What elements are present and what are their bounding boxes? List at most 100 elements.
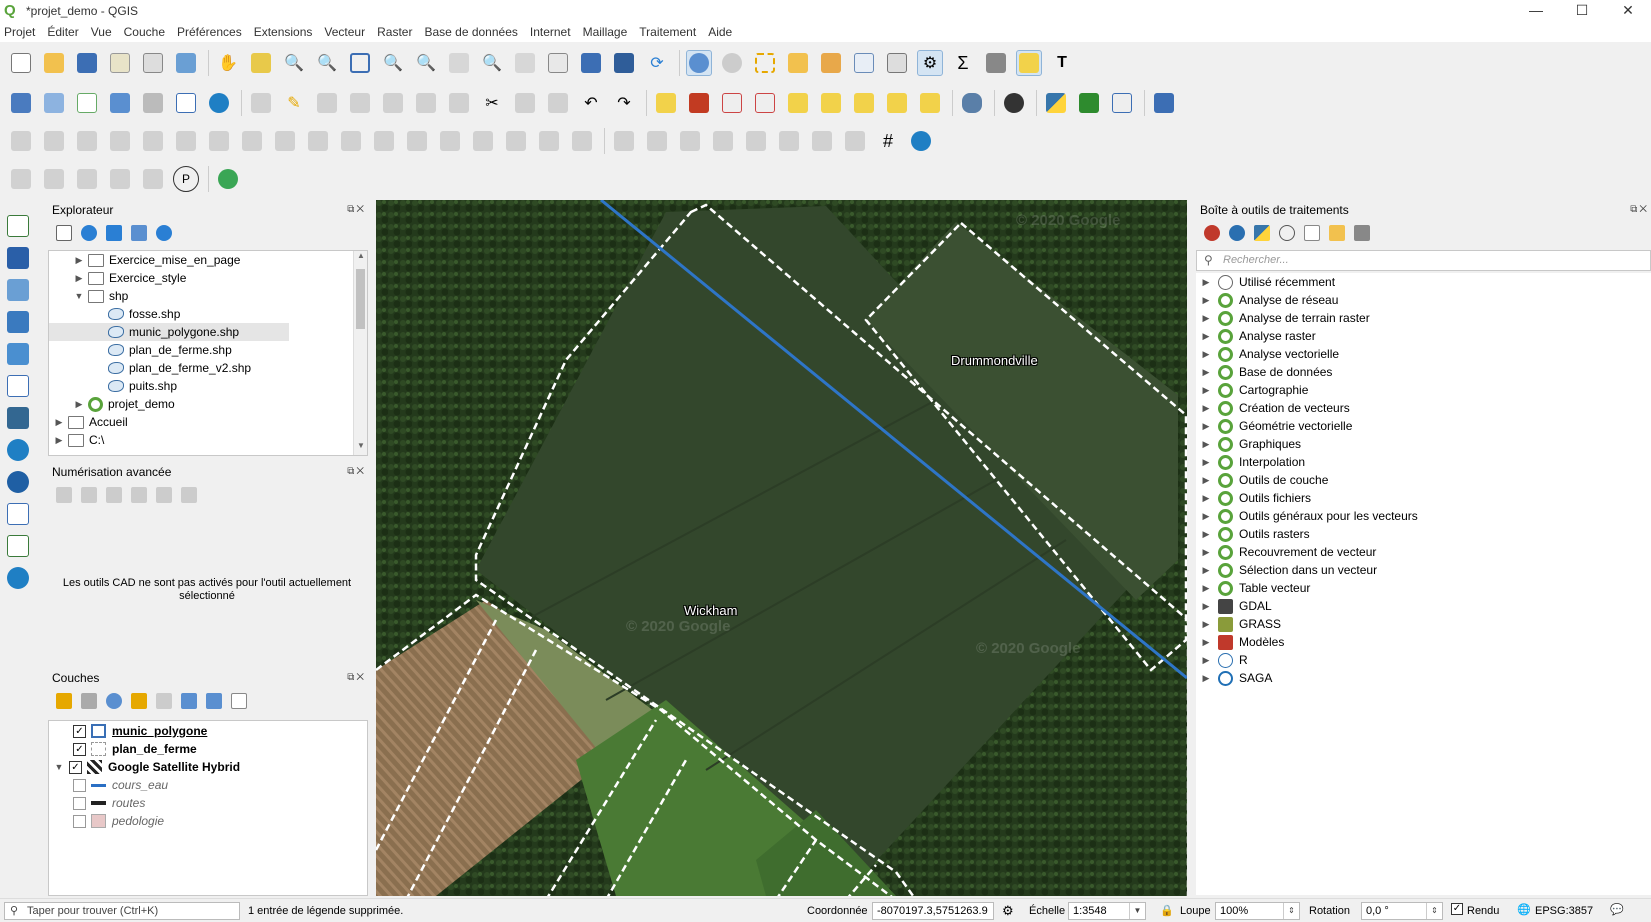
processing-provider-row[interactable]: ▶ Outils fichiers: [1196, 489, 1651, 507]
layer-visibility-checkbox[interactable]: ✓: [69, 760, 82, 774]
add-selected-icon[interactable]: [56, 225, 72, 241]
add-vector-layer-icon[interactable]: [4, 213, 32, 239]
deselect-all-icon[interactable]: [818, 50, 844, 76]
cad-parallel-icon[interactable]: [106, 487, 122, 503]
add-ring-icon[interactable]: [140, 128, 166, 154]
add-wms-icon[interactable]: [4, 437, 32, 463]
rotate-feature-icon[interactable]: [74, 128, 100, 154]
share-icon[interactable]: [215, 166, 241, 192]
layer-row[interactable]: cours_eau: [49, 776, 367, 794]
digitize-curve-icon[interactable]: [842, 128, 868, 154]
add-delimited-text-icon[interactable]: [4, 309, 32, 335]
delete-part-icon[interactable]: [272, 128, 298, 154]
reverse-line-icon[interactable]: [371, 128, 397, 154]
menu-traitement[interactable]: Traitement: [639, 25, 696, 39]
zoom-selection-icon[interactable]: 🔍: [380, 50, 406, 76]
layer-visibility-checkbox[interactable]: ✓: [73, 724, 86, 738]
label-toolbar-icon[interactable]: [653, 90, 679, 116]
add-spatialite-icon[interactable]: [4, 373, 32, 399]
collapse-all-icon[interactable]: [131, 225, 147, 241]
layer-row[interactable]: pedologie: [49, 812, 367, 830]
rotate-point-icon[interactable]: [536, 128, 562, 154]
layers-scrollbar[interactable]: [353, 721, 367, 895]
vertex-tool-icon[interactable]: [380, 90, 406, 116]
zoom-next-icon[interactable]: [512, 50, 538, 76]
copy-features-icon[interactable]: [512, 90, 538, 116]
close-button[interactable]: ✕: [1605, 0, 1651, 22]
measure-icon[interactable]: [983, 50, 1009, 76]
processing-provider-row[interactable]: ▶ Modèles: [1196, 633, 1651, 651]
offset-curve-icon[interactable]: [338, 128, 364, 154]
panel-float-close-icons[interactable]: ⧉✕: [347, 466, 366, 477]
label-show-hide-icon[interactable]: [818, 90, 844, 116]
browser-row[interactable]: plan_de_ferme.shp: [49, 341, 367, 359]
processing-toolbox-gear-icon[interactable]: ⚙: [917, 50, 943, 76]
layer-visibility-checkbox[interactable]: [73, 778, 86, 792]
panel-float-close-icons[interactable]: ⧉✕: [1630, 204, 1649, 215]
map-canvas[interactable]: © 2020 Google © 2020 Google © 2020 Googl…: [376, 200, 1187, 896]
processing-search-input[interactable]: ⚲ Rechercher...: [1196, 250, 1651, 271]
trim-extend-icon[interactable]: [569, 128, 595, 154]
reshape-features-icon[interactable]: [305, 128, 331, 154]
attribute-table-icon[interactable]: [851, 50, 877, 76]
expand-arrow-icon[interactable]: ▼: [53, 762, 65, 772]
render-checkbox[interactable]: ✓: [1451, 903, 1463, 915]
simplify-feature-icon[interactable]: [107, 128, 133, 154]
globe-icon[interactable]: [206, 90, 232, 116]
pan-hand-icon[interactable]: ✋: [215, 50, 241, 76]
processing-provider-row[interactable]: ▶ SAGA: [1196, 669, 1651, 687]
menu-projet[interactable]: Projet: [4, 25, 35, 39]
cad-floater-icon[interactable]: [181, 487, 197, 503]
layer-visibility-checkbox[interactable]: [73, 796, 86, 810]
add-raster-layer-icon[interactable]: [4, 245, 32, 271]
statistics-sigma-icon[interactable]: Σ: [950, 50, 976, 76]
label-rotate-icon[interactable]: [851, 90, 877, 116]
label-highlight-icon[interactable]: [752, 90, 778, 116]
georeferencer-icon[interactable]: [1109, 90, 1135, 116]
add-xyz-icon[interactable]: [4, 469, 32, 495]
add-virtual-icon[interactable]: [4, 533, 32, 559]
layer-row[interactable]: routes: [49, 794, 367, 812]
split-features-icon[interactable]: [404, 128, 430, 154]
label-move-icon[interactable]: [785, 90, 811, 116]
zoom-full-icon[interactable]: [347, 50, 373, 76]
undo-icon[interactable]: ↶: [578, 90, 604, 116]
shape-tool-5-icon[interactable]: [140, 166, 166, 192]
profile-tool-icon[interactable]: [1076, 90, 1102, 116]
browser-row[interactable]: ▼ shp: [49, 287, 367, 305]
browser-row[interactable]: ▶ Exercice_mise_en_page: [49, 251, 367, 269]
processing-provider-row[interactable]: ▶ Graphiques: [1196, 435, 1651, 453]
map-tips-icon[interactable]: [1016, 50, 1042, 76]
menu-aide[interactable]: Aide: [708, 25, 732, 39]
properties-info-icon[interactable]: [156, 225, 172, 241]
identify-features-icon[interactable]: [686, 50, 712, 76]
digitize-arc-icon[interactable]: [809, 128, 835, 154]
browser-row[interactable]: fosse.shp: [49, 305, 367, 323]
crs-label[interactable]: EPSG:3857: [1535, 905, 1593, 917]
new-bookmark-icon[interactable]: [578, 50, 604, 76]
spinner-arrows-icon[interactable]: ⇕: [1426, 903, 1442, 919]
processing-provider-row[interactable]: ▶ GDAL: [1196, 597, 1651, 615]
history-clock-icon[interactable]: [1279, 225, 1295, 241]
processing-provider-row[interactable]: ▶ GRASS: [1196, 615, 1651, 633]
add-geopackage-icon[interactable]: [4, 341, 32, 367]
field-calculator-icon[interactable]: [884, 50, 910, 76]
menu-internet[interactable]: Internet: [530, 25, 571, 39]
remove-layer-icon[interactable]: [231, 693, 247, 709]
parking-p-icon[interactable]: P: [173, 166, 199, 192]
processing-provider-row[interactable]: ▶ Recouvrement de vecteur: [1196, 543, 1651, 561]
panel-float-close-icons[interactable]: ⧉✕: [347, 204, 366, 215]
digitize-circle-icon[interactable]: [644, 128, 670, 154]
menu-base-de-donnees[interactable]: Base de données: [424, 25, 517, 39]
processing-provider-row[interactable]: ▶ Cartographie: [1196, 381, 1651, 399]
menu-vue[interactable]: Vue: [91, 25, 112, 39]
digitize-star-icon[interactable]: [776, 128, 802, 154]
refresh-browser-icon[interactable]: [81, 225, 97, 241]
browser-row-selected[interactable]: munic_polygone.shp: [49, 323, 289, 341]
add-group-icon[interactable]: [81, 693, 97, 709]
layout-manager-icon[interactable]: [140, 50, 166, 76]
help-icon[interactable]: [1151, 90, 1177, 116]
zoom-last-icon[interactable]: 🔍: [479, 50, 505, 76]
processing-provider-row[interactable]: ▶ Sélection dans un vecteur: [1196, 561, 1651, 579]
processing-provider-row[interactable]: ▶ Analyse raster: [1196, 327, 1651, 345]
